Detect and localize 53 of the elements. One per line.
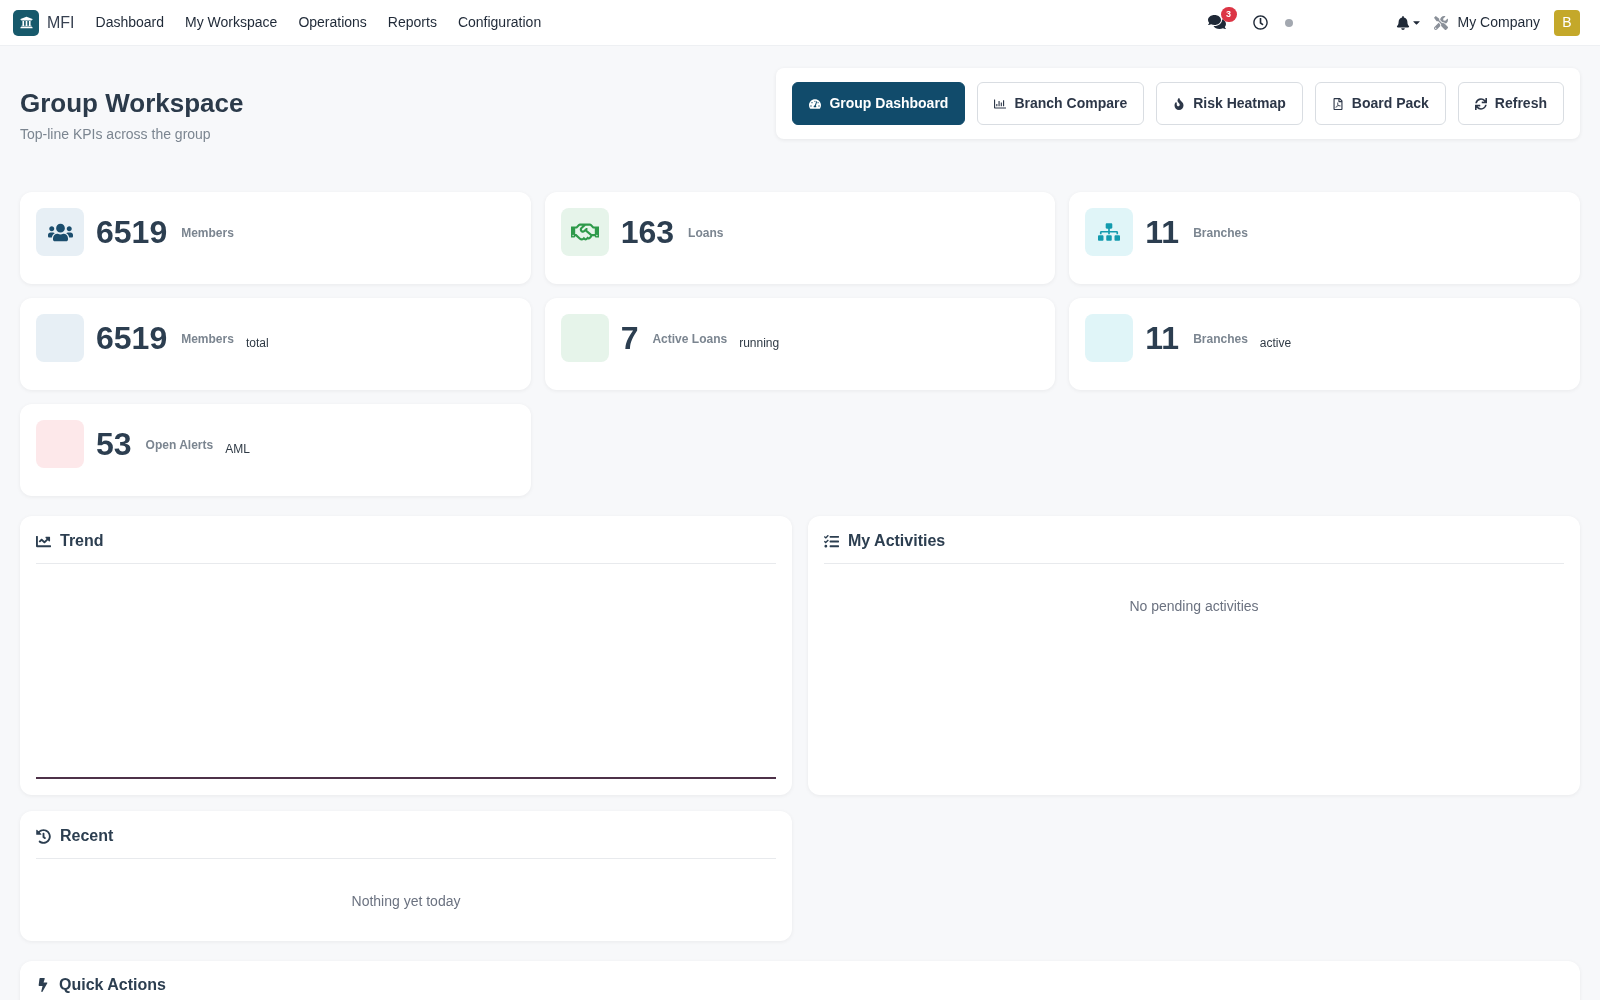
message-count-badge: 3	[1220, 6, 1237, 22]
menu-item[interactable]: Dashboard	[95, 12, 165, 33]
kpi-label: Branches	[1193, 331, 1248, 348]
kpi-label: Members	[181, 331, 234, 348]
kpi-label: Active Loans	[652, 331, 728, 348]
refresh-icon	[1474, 97, 1487, 110]
kpi-note: running	[739, 335, 780, 352]
kpi-note: total	[245, 335, 269, 352]
toolbar-button[interactable]: Branch Compare	[977, 82, 1145, 125]
bar-chart-icon	[994, 97, 1007, 110]
panel-title: Recent	[60, 826, 114, 846]
kpi-value: 7	[620, 319, 639, 357]
kpi-label: Branches	[1193, 225, 1248, 242]
toolbar-button[interactable]: Risk Heatmap	[1156, 82, 1303, 125]
clock-icon[interactable]	[1252, 15, 1268, 30]
toolbar-button[interactable]: Refresh	[1457, 82, 1564, 125]
kpi-value: 11	[1145, 319, 1180, 357]
page-subtitle: Top-line KPIs across the group	[20, 125, 212, 144]
bell-icon[interactable]	[1395, 15, 1410, 30]
kpi-label: Open Alerts	[145, 437, 214, 454]
building-logo-icon[interactable]	[13, 9, 39, 36]
kpi-note: active	[1259, 335, 1292, 352]
menu-item[interactable]: My Workspace	[185, 12, 278, 33]
pdf-file-icon	[1331, 97, 1344, 110]
kpi-value: 6519	[96, 319, 168, 357]
kpi-label: Loans	[688, 225, 724, 242]
history-icon	[36, 828, 51, 844]
brand-name[interactable]: MFI	[47, 10, 75, 35]
toolbar-button[interactable]: Board Pack	[1314, 82, 1446, 125]
chat-icon[interactable]	[1207, 12, 1226, 31]
gauge-icon	[809, 97, 822, 110]
menu-item[interactable]: Operations	[298, 12, 367, 33]
menu-item[interactable]: Configuration	[457, 12, 542, 33]
panel-title: Trend	[60, 531, 104, 551]
menu-item[interactable]: Reports	[387, 12, 437, 33]
kpi-value: 11	[1145, 213, 1180, 251]
kpi-value: 53	[96, 425, 132, 463]
toolbar-button[interactable]: Group Dashboard	[792, 82, 966, 125]
kpi-value: 6519	[96, 213, 168, 251]
kpi-value: 163	[620, 213, 675, 251]
task-list-icon	[824, 533, 839, 549]
tools-icon[interactable]	[1433, 15, 1448, 30]
page-title: Group Workspace	[20, 87, 244, 119]
kpi-note: AML	[225, 441, 250, 458]
line-chart-icon	[36, 533, 51, 549]
panel-title: Quick Actions	[59, 975, 166, 995]
panel-title: My Activities	[848, 531, 946, 551]
kpi-label: Members	[181, 225, 234, 242]
bolt-icon	[36, 978, 50, 992]
flame-icon	[1173, 97, 1186, 110]
company-switcher[interactable]: My Company	[1457, 12, 1540, 33]
empty-message: No pending activities	[1129, 597, 1259, 616]
empty-message: Nothing yet today	[351, 892, 461, 911]
